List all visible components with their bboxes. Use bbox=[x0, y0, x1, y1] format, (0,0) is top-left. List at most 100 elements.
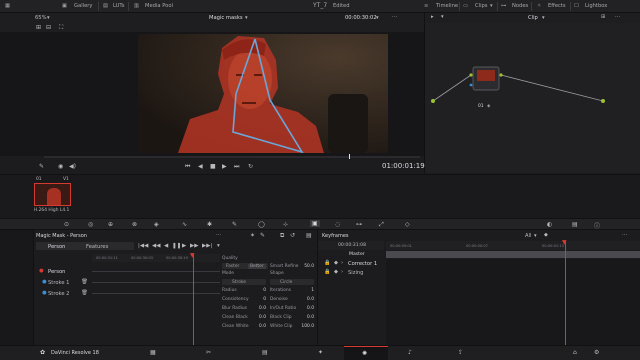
visibility-icon[interactable]: ◉ bbox=[58, 163, 63, 170]
fusion-page-icon[interactable]: ✦ bbox=[318, 349, 323, 356]
reverse-icon[interactable]: ◀ bbox=[198, 163, 203, 170]
magic-mask-icon[interactable]: ▣ bbox=[310, 220, 320, 227]
camera-raw-icon[interactable]: ⊙ bbox=[64, 221, 69, 228]
color-wheels-icon[interactable]: ⊕ bbox=[108, 221, 113, 228]
tracker-icon[interactable]: ⊹ bbox=[283, 221, 288, 228]
keyframe-ruler[interactable] bbox=[386, 241, 640, 250]
keyframe-tracks[interactable] bbox=[386, 259, 640, 345]
effects-icon[interactable]: ✧ bbox=[537, 3, 541, 9]
more-options-icon[interactable]: ⋯ bbox=[615, 14, 620, 20]
media-page-icon[interactable]: ▦ bbox=[150, 349, 156, 356]
kf-diamond-icon[interactable]: ◆ bbox=[334, 260, 338, 266]
color-match-icon[interactable]: ◎ bbox=[88, 221, 93, 228]
chevron-down-icon[interactable]: ▾ bbox=[47, 15, 50, 21]
param-value[interactable]: 0.0 bbox=[298, 306, 314, 311]
track-end-icon[interactable]: ▶▶| bbox=[202, 243, 212, 249]
cut-page-icon[interactable]: ✂ bbox=[206, 349, 211, 356]
play-icon[interactable]: ▶ bbox=[222, 163, 227, 170]
edit-page-icon[interactable]: ▤ bbox=[262, 349, 268, 356]
layers-icon[interactable]: ⧉ bbox=[280, 232, 284, 240]
lightbox-icon[interactable]: ☐ bbox=[574, 3, 579, 9]
timeline-icon[interactable]: ≡ bbox=[424, 3, 428, 9]
chevron-down-icon[interactable]: ▾ bbox=[245, 15, 248, 21]
effects-button[interactable]: Effects bbox=[548, 3, 566, 9]
chevron-down-icon[interactable]: ▾ bbox=[376, 15, 379, 21]
audio-icon[interactable]: ◀) bbox=[69, 163, 76, 170]
playhead-marker-icon[interactable]: ▼ bbox=[562, 239, 567, 246]
key-icon[interactable]: ⊶ bbox=[356, 221, 362, 228]
reset-icon[interactable]: ↺ bbox=[290, 232, 295, 239]
quality-better[interactable]: Better bbox=[248, 264, 266, 269]
chevron-down-icon[interactable]: ▾ bbox=[534, 233, 537, 239]
scrub-bar[interactable] bbox=[44, 156, 420, 158]
lightbox-button[interactable]: Lightbox bbox=[585, 3, 607, 9]
info-icon[interactable]: ▤ bbox=[572, 221, 578, 228]
node-grid-icon[interactable]: ⊞ bbox=[601, 14, 605, 20]
param-value[interactable]: 0.0 bbox=[250, 306, 266, 311]
keyframe-add-icon[interactable]: ◆ bbox=[544, 232, 548, 238]
track-step-forward-icon[interactable]: ▶ bbox=[182, 243, 186, 249]
chevron-down-icon[interactable]: ▾ bbox=[217, 243, 220, 249]
color-page-icon[interactable]: ✺ bbox=[362, 350, 367, 357]
nodes-button[interactable]: Nodes bbox=[512, 3, 528, 9]
gallery-icon[interactable]: ▣ bbox=[62, 3, 67, 9]
chevron-right-icon[interactable]: › bbox=[341, 260, 343, 266]
pause-icon[interactable]: ❚❚ bbox=[172, 243, 181, 249]
pointer-tool-icon[interactable]: ▸ bbox=[431, 14, 434, 20]
more-options-icon[interactable]: ⋯ bbox=[622, 232, 627, 238]
media-pool-icon[interactable]: ▥ bbox=[134, 3, 139, 9]
home-icon[interactable]: ⌂ bbox=[573, 349, 577, 356]
timeline-button[interactable]: Timeline bbox=[436, 3, 458, 9]
chevron-down-icon[interactable]: ▾ bbox=[490, 3, 493, 9]
kf-playhead[interactable] bbox=[565, 241, 566, 345]
fullscreen-icon[interactable]: ⛶ bbox=[59, 24, 63, 32]
scrub-playhead[interactable] bbox=[349, 154, 350, 159]
curves-icon[interactable]: ∿ bbox=[182, 221, 187, 228]
panel-menu-icon[interactable]: ▤ bbox=[306, 232, 312, 239]
param-value[interactable]: 0.0 bbox=[250, 324, 266, 329]
media-pool-button[interactable]: Media Pool bbox=[145, 3, 173, 9]
kf-row-sizing[interactable]: 🔒 ◆ › Sizing bbox=[320, 269, 384, 277]
mask-playhead[interactable] bbox=[193, 254, 194, 345]
scopes-icon[interactable]: ◐ bbox=[547, 221, 552, 228]
gallery-button[interactable]: Gallery bbox=[74, 3, 92, 9]
kf-lock-icon[interactable]: 🔒 bbox=[324, 269, 330, 275]
param-value[interactable]: 100.0 bbox=[298, 324, 314, 329]
highlight-icon[interactable]: ⊟ bbox=[46, 24, 51, 31]
trash-icon[interactable]: 🗑 bbox=[81, 279, 88, 285]
param-value[interactable]: 0 bbox=[250, 288, 266, 293]
loop-icon[interactable]: ↻ bbox=[248, 163, 253, 170]
node-mode-select[interactable]: Clip bbox=[528, 15, 538, 21]
clips-icon[interactable]: ▭ bbox=[463, 3, 468, 9]
tab-features[interactable]: Features bbox=[86, 244, 108, 250]
video-frame[interactable] bbox=[138, 34, 388, 153]
viewer-zoom-select[interactable]: 65% bbox=[35, 15, 47, 21]
playhead-marker-icon[interactable]: ▼ bbox=[190, 252, 195, 259]
deliver-page-icon[interactable]: ⇪ bbox=[458, 349, 463, 356]
track-row-person[interactable]: ● Person bbox=[36, 267, 92, 276]
eyedropper-icon[interactable]: ✎ bbox=[39, 163, 44, 170]
stop-icon[interactable]: ■ bbox=[210, 163, 216, 170]
motion-effects-icon[interactable]: ◈ bbox=[154, 221, 159, 228]
chevron-down-icon[interactable]: ▾ bbox=[542, 15, 545, 21]
keyframes-filter-select[interactable]: All bbox=[525, 233, 531, 239]
trash-icon[interactable]: 🗑 bbox=[81, 290, 88, 296]
kf-lock-icon[interactable]: 🔒 bbox=[324, 260, 330, 266]
magic-wand-icon[interactable]: ✶ bbox=[250, 232, 255, 239]
window-icon[interactable]: ◯ bbox=[258, 221, 265, 228]
kf-diamond-icon[interactable]: ◆ bbox=[334, 269, 338, 275]
node-graph[interactable]: 01 ◈ bbox=[424, 23, 640, 173]
fairlight-page-icon[interactable]: ♪ bbox=[408, 349, 412, 356]
param-value[interactable]: 0.0 bbox=[298, 297, 314, 302]
chevron-right-icon[interactable]: › bbox=[341, 269, 343, 275]
jump-end-icon[interactable]: ⏭ bbox=[234, 163, 239, 171]
kf-row-corrector[interactable]: 🔒 ◆ › Corrector 1 bbox=[320, 260, 384, 268]
chevron-down-icon[interactable]: ▾ bbox=[441, 14, 444, 20]
color-warper-icon[interactable]: ✱ bbox=[207, 221, 212, 228]
nodes-icon[interactable]: ⊶ bbox=[501, 3, 506, 9]
master-track-bar[interactable] bbox=[386, 251, 640, 258]
paint-icon[interactable]: ✎ bbox=[260, 232, 265, 239]
more-options-icon[interactable]: ⋯ bbox=[216, 232, 221, 238]
clips-button[interactable]: Clips bbox=[475, 3, 488, 9]
settings-icon[interactable]: ⚙ bbox=[594, 349, 599, 356]
